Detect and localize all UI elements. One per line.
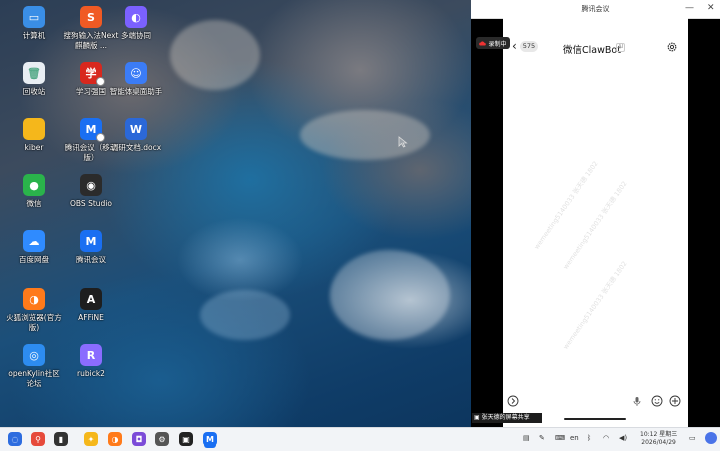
desktop-icon-label: 多端协同 [121,31,151,40]
app-store-icon[interactable]: ✦ [84,432,98,446]
firefox-icon[interactable]: ◑ [108,432,122,446]
desktop-icon[interactable]: ◑ 火狐浏览器(官方版) [6,288,62,333]
mouse-cursor-icon [398,136,408,148]
computer-icon: ▭ [23,6,45,28]
desktop-icon[interactable]: ☺ 智能体桌面助手 [108,62,164,97]
desktop-icon-label: 调研文档.docx [110,143,162,152]
bluetooth-icon[interactable]: ᛒ [587,434,591,442]
wechat-icon: ● [23,174,45,196]
screen-share-banner[interactable]: ▣ 张天德的屏幕共享 [472,413,542,423]
xuexi-icon: 学 [80,62,105,86]
desktop-icon-label: 百度网盘 [19,255,49,264]
desktop-icon[interactable]: W 调研文档.docx [108,118,164,153]
back-arrow-icon[interactable]: ‹ [512,40,517,52]
desktop-icon[interactable]: ▭ 计算机 [6,6,62,41]
taskbar: ◌ ⚲ ▮ ✦ ◑ ◘ ⚙ ▣ M ▤ ✎ ⌨ en ᛒ ◠ ◀) 10:12 星期三 2026… [0,427,720,451]
settings-icon[interactable]: ⚙ [155,432,169,446]
desktop-icon-label: 回收站 [22,87,46,96]
multi-device-icon: ◐ [125,6,147,28]
screen-share-label: 张天德的屏幕共享 [481,414,530,421]
obs-icon: ◉ [80,174,102,196]
input-language[interactable]: en [570,434,579,442]
baidu-netdisk-icon: ☁ [23,230,45,252]
clock[interactable]: 10:12 星期三 2026/04/29 [640,431,677,447]
wallpaper-detail [170,20,260,90]
close-icon[interactable]: ✕ [707,3,715,13]
tencent-meeting-icon: M [80,118,105,142]
desktop-icon-label: rubick2 [77,369,105,378]
search-icon[interactable]: ⚲ [31,432,45,446]
chat-title: 微信ClawBot [563,45,621,56]
desktop-icon[interactable]: kiber [6,118,62,153]
desktop-icon-label: AFFiNE [78,313,104,322]
desktop-icon-label: kiber [24,143,44,152]
desktop-icon-label: OBS Studio [70,199,112,208]
desktop-icon-label: 计算机 [22,31,46,40]
unread-count-badge: 575 [520,41,538,52]
desktop-icon[interactable]: 🗑 回收站 [6,62,62,97]
minimize-icon[interactable]: — [685,3,694,13]
clipboard-icon[interactable]: ▤ [523,434,530,442]
cloud-record-icon [479,40,487,45]
terminal-icon[interactable]: ▣ [179,432,193,446]
plus-icon[interactable] [669,395,681,407]
openkylin-icon: ◎ [23,344,45,366]
voice-input-icon[interactable] [507,395,519,407]
window-title: 腾讯会议 [581,5,610,13]
trash-icon: 🗑 [23,62,45,84]
clock-date: 2026/04/29 [641,439,676,446]
desktop-icon[interactable]: M 腾讯会议 [63,230,119,265]
firefox-icon: ◑ [23,288,45,310]
notification-icon[interactable]: ▭ [689,434,696,442]
docx-icon: W [125,118,147,140]
desktop-icon[interactable]: ◉ OBS Studio [63,174,119,209]
recording-label: 录制中 [488,40,507,48]
wallpaper-detail [330,250,450,340]
tencent-meeting-icon: M [80,230,102,252]
multitask-icon[interactable]: ▮ [54,432,68,446]
desktop-icon[interactable]: ◐ 多端协同 [108,6,164,41]
desktop-icon-label: 微信 [26,199,42,208]
emoji-icon[interactable] [651,395,663,407]
desktop-icon-label: 腾讯会议 [76,255,106,264]
recording-badge[interactable]: 录制中 [476,37,510,49]
keyboard-icon[interactable]: ⌨ [555,434,565,442]
microphone-icon[interactable] [632,396,642,407]
desktop-icon[interactable]: ◎ openKylin社区论坛 [6,344,62,389]
volume-icon[interactable]: ◀) [619,434,627,442]
desktop-icon[interactable]: ● 微信 [6,174,62,209]
desktop-icon-label: 火狐浏览器(官方版) [6,313,62,332]
settings-gear-icon[interactable] [666,41,678,53]
ai-tag: AI [616,43,626,52]
avatar[interactable] [705,432,717,444]
rubick-icon: R [80,344,102,366]
desktop-icon[interactable]: A AFFiNE [63,288,119,323]
folder-icon [23,118,45,140]
window-titlebar[interactable]: 腾讯会议 — ✕ [471,0,720,19]
desktop-icon[interactable]: Rrubick2 [63,344,119,379]
affine-icon: A [80,288,102,310]
desktop-icon-label: 智能体桌面助手 [109,87,163,96]
assistant-icon: ☺ [125,62,147,84]
sogou-icon: S [80,6,102,28]
status-badge [96,77,105,86]
camera-icon[interactable]: ◘ [132,432,146,446]
notes-icon[interactable]: ✎ [539,434,545,442]
home-indicator [564,418,626,420]
desktop-icon-label: openKylin社区论坛 [8,369,60,388]
screen-share-icon: ▣ [474,414,482,421]
desktop-icon[interactable]: ☁ 百度网盘 [6,230,62,265]
status-badge [96,133,105,142]
kylin-start-icon[interactable]: ◌ [8,432,22,446]
wifi-icon[interactable]: ◠ [603,434,609,442]
wallpaper-detail [200,290,290,340]
clock-time: 10:12 星期三 [640,431,678,438]
wallpaper-detail [300,110,430,160]
tencent-meeting-icon[interactable]: M [203,432,217,446]
